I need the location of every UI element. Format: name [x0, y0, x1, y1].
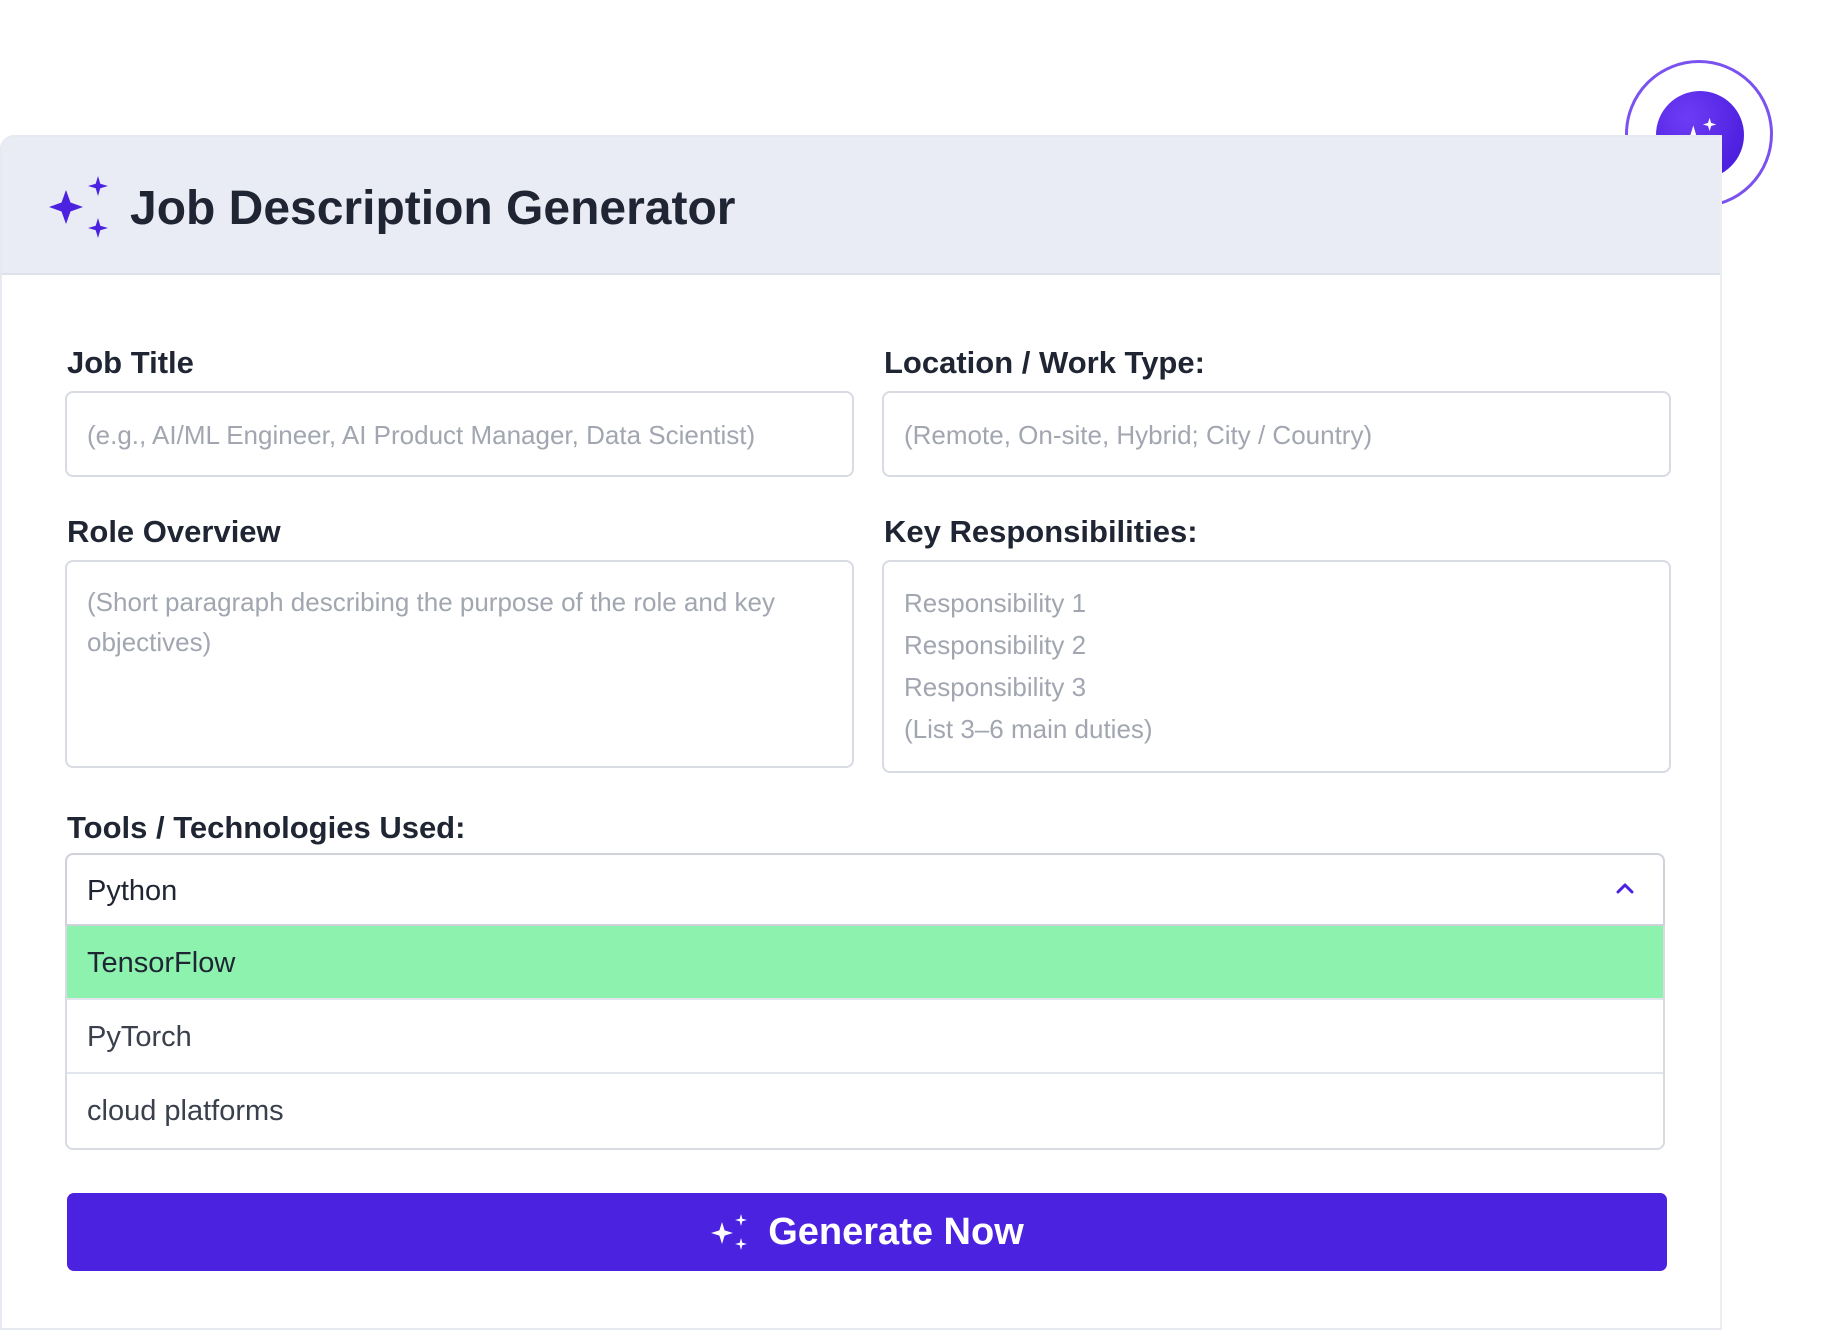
tools-option-tensorflow[interactable]: TensorFlow [67, 926, 1663, 1000]
job-title-placeholder: (e.g., AI/ML Engineer, AI Product Manage… [87, 420, 756, 450]
tools-label: Tools / Technologies Used: [67, 810, 466, 845]
responsibilities-textarea[interactable]: Responsibility 1 Responsibility 2 Respon… [882, 560, 1671, 773]
responsibilities-placeholder-line: Responsibility 2 [904, 630, 1087, 660]
role-overview-label: Role Overview [67, 514, 281, 549]
location-label: Location / Work Type: [884, 345, 1205, 380]
job-title-label: Job Title [67, 345, 194, 380]
tools-option-pytorch[interactable]: PyTorch [67, 1000, 1663, 1074]
generate-now-button[interactable]: Generate Now [67, 1193, 1667, 1271]
chevron-up-icon[interactable] [1615, 881, 1635, 895]
job-title-input[interactable]: (e.g., AI/ML Engineer, AI Product Manage… [65, 391, 854, 477]
sparkles-icon [711, 1214, 748, 1250]
responsibilities-placeholder-line: Responsibility 1 [904, 588, 1087, 618]
location-placeholder: (Remote, On-site, Hybrid; City / Country… [904, 420, 1373, 450]
page-title: Job Description Generator [130, 182, 736, 235]
responsibilities-placeholder-line: Responsibility 3 [904, 672, 1087, 702]
responsibilities-label: Key Responsibilities: [884, 514, 1198, 549]
tools-option-cloud-platforms[interactable]: cloud platforms [67, 1074, 1663, 1148]
role-overview-placeholder-line: objectives) [87, 627, 212, 657]
card-header: Job Description Generator [2, 137, 1720, 275]
location-input[interactable]: (Remote, On-site, Hybrid; City / Country… [882, 391, 1671, 477]
generate-now-label: Generate Now [768, 1210, 1024, 1253]
sparkles-icon [49, 176, 108, 238]
role-overview-placeholder-line: (Short paragraph describing the purpose … [87, 587, 775, 617]
tools-select[interactable]: Python [65, 853, 1665, 926]
tools-options-list: TensorFlow PyTorch cloud platforms [65, 926, 1665, 1150]
tools-selected-value: Python [87, 875, 178, 907]
role-overview-textarea[interactable]: (Short paragraph describing the purpose … [65, 560, 854, 768]
responsibilities-placeholder-line: (List 3–6 main duties) [904, 714, 1153, 744]
